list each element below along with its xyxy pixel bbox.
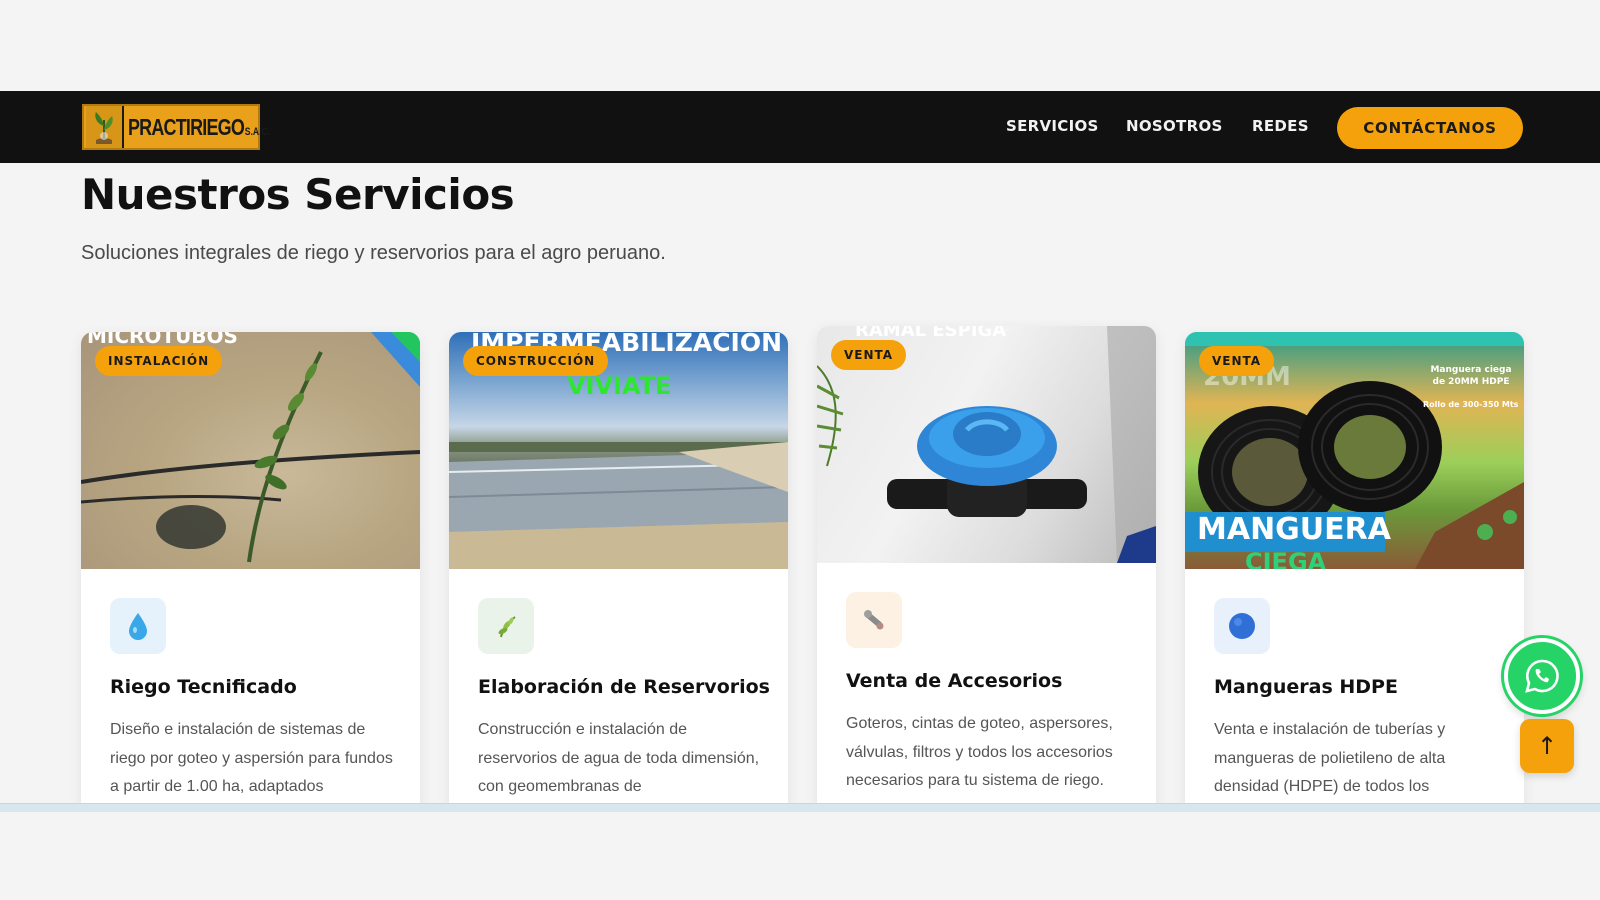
card-image-ramal-espiga: RAMAL ESPIGA VENTA — [817, 326, 1156, 563]
card-title: Venta de Accesorios — [846, 670, 1063, 692]
service-card-accesorios[interactable]: RAMAL ESPIGA VENTA Venta de Accesorios G… — [817, 326, 1156, 804]
scroll-top-button[interactable]: ↑ — [1520, 719, 1574, 773]
page-divider — [0, 803, 1600, 812]
card-image-impermeabilizacion: IMPERMEABILIZACION VIVIATE CONSTRUCCIÓN — [449, 332, 788, 569]
plant-logo-icon — [86, 106, 124, 148]
card-image-microtubos: MICROTUBOS INSTALACIÓN — [81, 332, 420, 569]
image-caption-secondary: VIVIATE — [567, 372, 672, 400]
droplet-icon — [110, 598, 166, 654]
card-description: Diseño e instalación de sistemas de rieg… — [110, 721, 393, 795]
card-title: Mangueras HDPE — [1214, 676, 1398, 698]
whatsapp-button[interactable] — [1504, 638, 1580, 714]
service-card-riego[interactable]: MICROTUBOS INSTALACIÓN Riego Tecnificado… — [81, 332, 420, 804]
image-note-1: Manguera ciega de 20MM HDPE — [1430, 365, 1512, 387]
card-description: Venta e instalación de tuberías y mangue… — [1214, 721, 1446, 795]
section-title: Nuestros Servicios — [81, 170, 515, 219]
top-navbar: PRACTIRIEGOS.A.C. SERVICIOS NOSOTROS RED… — [0, 91, 1600, 163]
card-title: Elaboración de Reservorios — [478, 676, 770, 698]
nav-servicios[interactable]: SERVICIOS — [1006, 117, 1099, 135]
image-caption: RAMAL ESPIGA — [855, 326, 1007, 341]
category-badge: VENTA — [831, 340, 907, 370]
contact-button[interactable]: CONTÁCTANOS — [1337, 107, 1523, 149]
service-card-mangueras[interactable]: 20MM Manguera ciega de 20MM HDPE Rollo d… — [1185, 332, 1524, 804]
category-badge: CONSTRUCCIÓN — [463, 346, 609, 376]
card-description: Goteros, cintas de goteo, aspersores, vá… — [846, 715, 1113, 789]
service-card-reservorios[interactable]: IMPERMEABILIZACION VIVIATE CONSTRUCCIÓN … — [449, 332, 788, 804]
card-title: Riego Tecnificado — [110, 676, 297, 698]
plant-icon — [478, 598, 534, 654]
card-image-manguera-ciega: 20MM Manguera ciega de 20MM HDPE Rollo d… — [1185, 332, 1524, 569]
image-caption-manguera: MANGUERA — [1197, 512, 1391, 547]
section-subtitle: Soluciones integrales de riego y reservo… — [81, 242, 666, 264]
category-badge: INSTALACIÓN — [95, 346, 223, 376]
whatsapp-icon — [1525, 659, 1559, 693]
circle-icon — [1214, 598, 1270, 654]
image-note-2: Rollo de 300-350 Mts — [1423, 400, 1519, 409]
image-caption-ciega: CIEGA — [1245, 548, 1327, 569]
nav-redes[interactable]: REDES — [1252, 117, 1309, 135]
category-badge: VENTA — [1199, 346, 1275, 376]
arrow-up-icon: ↑ — [1536, 732, 1558, 760]
page-footer-area — [0, 812, 1600, 900]
brand-name: PRACTIRIEGOS.A.C. — [128, 113, 271, 140]
card-description: Construcción e instalación de reservorio… — [478, 721, 760, 795]
nav-nosotros[interactable]: NOSOTROS — [1126, 117, 1223, 135]
wrench-icon — [846, 592, 902, 648]
brand-logo[interactable]: PRACTIRIEGOS.A.C. — [82, 104, 270, 150]
